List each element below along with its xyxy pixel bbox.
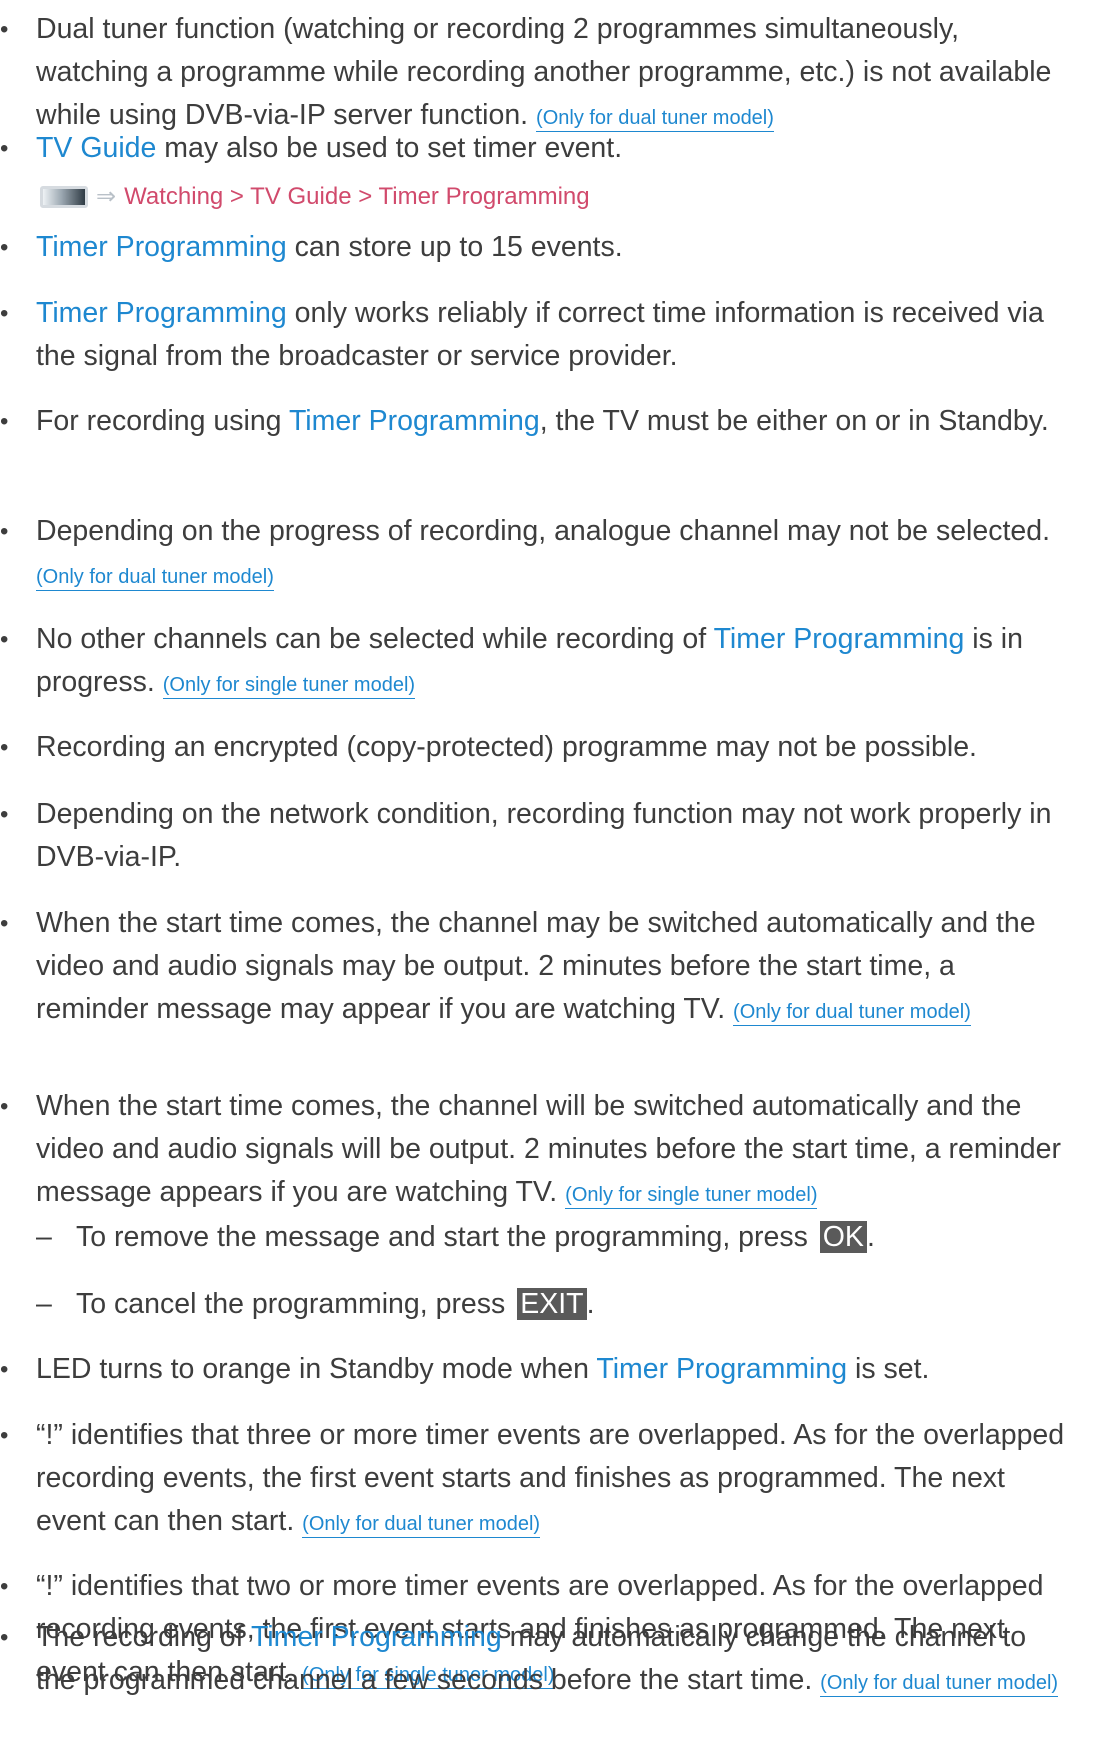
model-note: (Only for dual tuner model) bbox=[302, 1513, 541, 1538]
bullet-item-dual-tuner-function: Dual tuner function (watching or recordi… bbox=[0, 8, 1065, 140]
item-text: Timer Programming only works reliably if… bbox=[0, 292, 1065, 378]
item-text: Dual tuner function (watching or recordi… bbox=[0, 8, 1065, 140]
bullet-item-network-condition: Depending on the network condition, reco… bbox=[0, 793, 1065, 879]
menu-icon bbox=[40, 186, 88, 208]
menu-path: ⇒ Watching > TV Guide > Timer Programmin… bbox=[40, 179, 590, 215]
text-run: Recording an encrypted (copy-protected) … bbox=[36, 731, 977, 763]
item-text: “!” identifies that three or more timer … bbox=[0, 1414, 1065, 1546]
text-run: No other channels can be selected while … bbox=[36, 623, 714, 655]
item-text: TV Guide may also be used to set timer e… bbox=[0, 127, 1065, 170]
text-run: To remove the message and start the prog… bbox=[76, 1221, 816, 1253]
model-note: (Only for dual tuner model) bbox=[820, 1672, 1059, 1697]
text-run: Depending on the progress of recording, … bbox=[36, 515, 1051, 547]
text-run: LED turns to orange in Standby mode when bbox=[36, 1353, 597, 1385]
remote-key-ok: OK bbox=[819, 1221, 867, 1253]
bullet-item-time-info: Timer Programming only works reliably if… bbox=[0, 292, 1065, 378]
item-text: Depending on the network condition, reco… bbox=[0, 793, 1065, 879]
model-note: (Only for single tuner model) bbox=[565, 1184, 818, 1209]
model-note: (Only for single tuner model) bbox=[162, 674, 416, 699]
document-page: Dual tuner function (watching or recordi… bbox=[0, 0, 1105, 1751]
item-text: Timer Programming can store up to 15 eve… bbox=[0, 226, 1065, 269]
bullet-item-encrypted: Recording an encrypted (copy-protected) … bbox=[0, 726, 1065, 769]
link-timer-programming[interactable]: Timer Programming bbox=[289, 405, 540, 437]
text-run: The recording of bbox=[36, 1621, 251, 1653]
link-tv-guide[interactable]: TV Guide bbox=[36, 132, 156, 164]
bullet-item-tv-guide: TV Guide may also be used to set timer e… bbox=[0, 127, 1065, 170]
dash-item-remove-message: To remove the message and start the prog… bbox=[36, 1216, 1065, 1259]
remote-key-exit: EXIT bbox=[517, 1288, 587, 1320]
text-run: For recording using bbox=[36, 405, 289, 437]
text-run: is set. bbox=[847, 1353, 930, 1385]
text-run: When the start time comes, the channel w… bbox=[36, 1090, 1061, 1208]
item-text: For recording using Timer Programming, t… bbox=[0, 400, 1065, 443]
bullet-item-store-events: Timer Programming can store up to 15 eve… bbox=[0, 226, 1065, 269]
text-run: can store up to 15 events. bbox=[286, 231, 623, 263]
model-note: (Only for dual tuner model) bbox=[36, 566, 274, 591]
bullet-item-tv-standby: For recording using Timer Programming, t… bbox=[0, 400, 1065, 443]
text-run: To cancel the programming, press bbox=[76, 1288, 514, 1320]
menu-path-text: Watching > TV Guide > Timer Programming bbox=[124, 183, 590, 210]
link-timer-programming[interactable]: Timer Programming bbox=[596, 1353, 847, 1385]
item-text: When the start time comes, the channel w… bbox=[0, 1085, 1065, 1217]
link-timer-programming[interactable]: Timer Programming bbox=[251, 1621, 502, 1653]
link-timer-programming[interactable]: Timer Programming bbox=[36, 231, 287, 263]
item-text: To cancel the programming, press EXIT. bbox=[36, 1283, 1065, 1326]
item-text: LED turns to orange in Standby mode when… bbox=[0, 1348, 1065, 1391]
item-text: To remove the message and start the prog… bbox=[36, 1216, 1065, 1259]
dash-item-cancel-programming: To cancel the programming, press EXIT. bbox=[36, 1283, 1065, 1326]
text-run: , the TV must be either on or in Standby… bbox=[539, 405, 1049, 437]
bullet-item-auto-change: The recording of Timer Programming may a… bbox=[0, 1616, 1065, 1705]
text-run: . bbox=[866, 1221, 875, 1253]
bullet-item-overlap-three: “!” identifies that three or more timer … bbox=[0, 1414, 1065, 1546]
text-run: . bbox=[586, 1288, 595, 1320]
text-run: may also be used to set timer event. bbox=[156, 132, 623, 164]
arrow-icon: ⇒ bbox=[96, 183, 117, 210]
text-run: “!” identifies that three or more timer … bbox=[36, 1419, 1065, 1537]
link-timer-programming[interactable]: Timer Programming bbox=[36, 297, 287, 329]
item-text: Recording an encrypted (copy-protected) … bbox=[0, 726, 1065, 769]
bullet-item-no-other-channels: No other channels can be selected while … bbox=[0, 618, 1065, 707]
bullet-item-analogue-channel: Depending on the progress of recording, … bbox=[0, 510, 1065, 599]
bullet-item-start-time-dual: When the start time comes, the channel m… bbox=[0, 902, 1065, 1034]
item-text: Depending on the progress of recording, … bbox=[0, 510, 1065, 599]
item-text: No other channels can be selected while … bbox=[0, 618, 1065, 707]
model-note: (Only for dual tuner model) bbox=[733, 1001, 971, 1026]
item-text: When the start time comes, the channel m… bbox=[0, 902, 1065, 1034]
bullet-item-led-orange: LED turns to orange in Standby mode when… bbox=[0, 1348, 1065, 1391]
item-text: The recording of Timer Programming may a… bbox=[0, 1616, 1065, 1705]
bullet-item-start-time-single: When the start time comes, the channel w… bbox=[0, 1085, 1065, 1217]
link-timer-programming[interactable]: Timer Programming bbox=[714, 623, 965, 655]
text-run: Depending on the network condition, reco… bbox=[36, 798, 1052, 873]
